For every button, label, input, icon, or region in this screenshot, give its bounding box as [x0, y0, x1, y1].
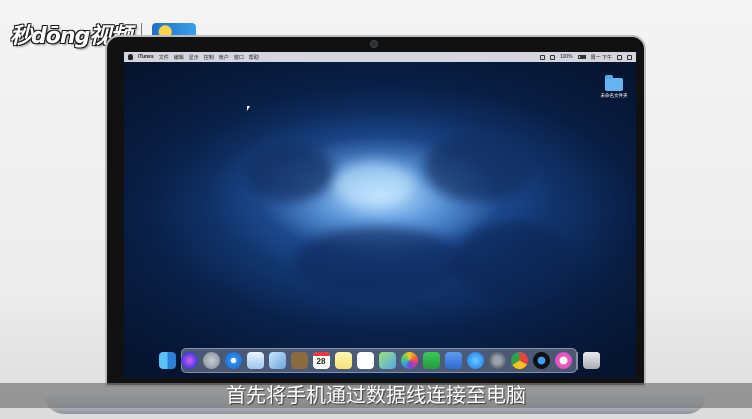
camera-icon: [370, 40, 378, 48]
wallpaper-cloud: [334, 162, 414, 207]
menu-file[interactable]: 文件: [159, 54, 169, 61]
menu-edit[interactable]: 编辑: [174, 54, 184, 61]
folder-label: 未命名文件夹: [600, 93, 628, 98]
apple-menu-icon[interactable]: [128, 54, 133, 60]
menu-view[interactable]: 显示: [189, 54, 199, 61]
system-preferences-icon[interactable]: [488, 352, 506, 369]
menu-bar: iTunes 文件 编辑 显示 控制 帐户 窗口 帮助 100% 周一 下午: [124, 52, 636, 62]
menu-app-name[interactable]: iTunes: [138, 54, 154, 60]
wallpaper-cloud: [294, 227, 464, 297]
keynote-icon[interactable]: [444, 352, 462, 369]
wallpaper-cloud: [424, 132, 534, 202]
menu-window[interactable]: 窗口: [234, 54, 244, 61]
mouse-cursor-icon: [247, 106, 250, 111]
dock-separator: [576, 351, 578, 370]
calendar-icon[interactable]: 28: [312, 352, 330, 369]
menu-clock[interactable]: 周一 下午: [591, 54, 612, 61]
wifi-icon[interactable]: [539, 54, 545, 60]
battery-percent: 100%: [559, 54, 573, 60]
wallpaper-cloud: [454, 222, 574, 302]
desktop-folder[interactable]: 未命名文件夹: [598, 75, 630, 99]
photos-app-icon[interactable]: [268, 352, 286, 369]
menu-controls[interactable]: 控制: [204, 54, 214, 61]
itunes-icon[interactable]: [554, 352, 572, 369]
finder-icon[interactable]: [158, 352, 176, 369]
notebook-icon[interactable]: [290, 352, 308, 369]
reminders-icon[interactable]: [356, 352, 374, 369]
desktop-screen[interactable]: iTunes 文件 编辑 显示 控制 帐户 窗口 帮助 100% 周一 下午 未…: [124, 52, 636, 378]
battery-icon[interactable]: [577, 55, 586, 59]
wallpaper-cloud: [244, 142, 334, 202]
photo-booth-icon[interactable]: [532, 352, 550, 369]
menu-account[interactable]: 帐户: [219, 54, 229, 61]
search-icon[interactable]: [617, 54, 622, 60]
app-store-icon[interactable]: [466, 352, 484, 369]
folder-icon[interactable]: [605, 75, 623, 91]
notification-center-icon[interactable]: [627, 54, 632, 60]
calendar-day: 28: [316, 357, 326, 366]
dock: 28: [158, 348, 600, 373]
subtitle-caption: 首先将手机通过数据线连接至电脑: [226, 383, 526, 407]
numbers-icon[interactable]: [422, 352, 440, 369]
chrome-icon[interactable]: [510, 352, 528, 369]
notes-icon[interactable]: [334, 352, 352, 369]
safari-icon[interactable]: [224, 352, 242, 369]
mail-icon[interactable]: [246, 352, 264, 369]
trash-icon[interactable]: [582, 352, 600, 369]
photos-icon[interactable]: [400, 352, 418, 369]
volume-icon[interactable]: [549, 54, 555, 60]
siri-icon[interactable]: [180, 352, 198, 369]
menu-help[interactable]: 帮助: [249, 54, 259, 61]
launchpad-icon[interactable]: [202, 352, 220, 369]
maps-icon[interactable]: [378, 352, 396, 369]
